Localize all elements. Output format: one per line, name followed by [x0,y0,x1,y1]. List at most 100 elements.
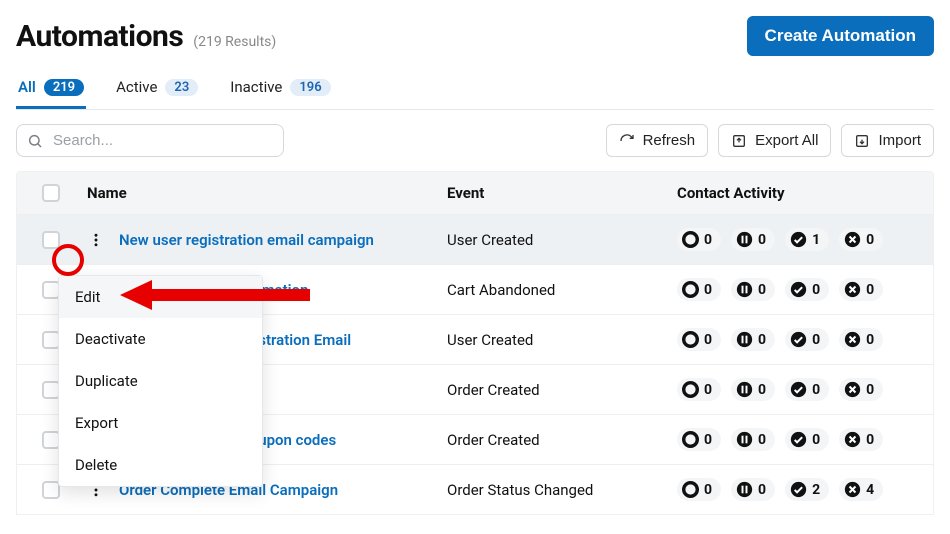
activity-count: 0 [866,382,874,398]
row-checkbox[interactable] [42,231,60,249]
activity-paused-icon [736,431,753,448]
event-cell: Order Created [441,381,671,399]
export-all-button[interactable]: Export All [718,124,831,157]
event-cell: Cart Abandoned [441,281,671,299]
activity-badge: 0 [839,378,883,401]
contact-activity: 0 0 2 4 [677,478,923,501]
refresh-icon [619,133,635,149]
activity-failed-icon [844,481,861,498]
select-all-checkbox[interactable] [42,184,60,202]
activity-badge: 0 [785,378,829,401]
export-icon [731,133,747,149]
refresh-button[interactable]: Refresh [606,124,709,157]
activity-completed-icon [790,431,807,448]
activity-badge: 0 [839,328,883,351]
activity-count: 2 [812,482,820,498]
activity-count: 0 [704,382,712,398]
event-cell: User Created [441,231,671,249]
activity-count: 0 [812,332,820,348]
activity-badge: 0 [839,228,883,251]
activity-count: 4 [866,482,874,498]
activity-paused-icon [736,331,753,348]
activity-count: 0 [866,282,874,298]
activity-count: 0 [704,332,712,348]
activity-active-icon [682,281,699,298]
tab-active[interactable]: Active 23 [114,78,200,109]
activity-count: 0 [704,282,712,298]
tab-inactive[interactable]: Inactive 196 [228,78,332,109]
menu-item-delete[interactable]: Delete [59,444,262,486]
activity-badge: 0 [785,328,829,351]
activity-badge: 2 [785,478,829,501]
activity-badge: 0 [785,428,829,451]
activity-completed-icon [790,381,807,398]
tab-all[interactable]: All 219 [16,78,86,109]
row-context-menu: Edit Deactivate Duplicate Export Delete [58,275,263,487]
import-icon [854,133,870,149]
contact-activity: 0 0 0 0 [677,428,923,451]
activity-count: 0 [812,282,820,298]
search-input-wrap[interactable] [16,124,284,157]
activity-count: 0 [866,432,874,448]
contact-activity: 0 0 1 0 [677,228,923,251]
tab-active-count: 23 [165,79,198,96]
refresh-label: Refresh [643,132,696,149]
activity-active-icon [682,331,699,348]
import-label: Import [878,132,921,149]
activity-badge: 0 [677,378,721,401]
activity-count: 0 [704,232,712,248]
activity-count: 0 [812,432,820,448]
activity-count: 0 [866,332,874,348]
import-button[interactable]: Import [841,124,934,157]
tab-inactive-count: 196 [290,79,330,96]
contact-activity: 0 0 0 0 [677,328,923,351]
activity-count: 0 [758,482,766,498]
tab-all-label: All [18,78,36,96]
export-all-label: Export All [755,132,818,149]
activity-completed-icon [790,331,807,348]
col-activity: Contact Activity [671,184,929,202]
event-cell: Order Status Changed [441,481,671,499]
activity-count: 0 [704,482,712,498]
activity-badge: 0 [677,228,721,251]
menu-item-deactivate[interactable]: Deactivate [59,318,262,360]
event-cell: Order Created [441,431,671,449]
automation-name-link[interactable]: New user registration email campaign [119,231,374,249]
menu-item-export[interactable]: Export [59,402,262,444]
activity-completed-icon [790,481,807,498]
activity-count: 0 [758,382,766,398]
activity-badge: 1 [785,228,829,251]
activity-badge: 0 [731,328,775,351]
search-icon [27,133,43,149]
activity-badge: 0 [677,428,721,451]
activity-active-icon [682,231,699,248]
create-automation-button[interactable]: Create Automation [747,16,934,56]
activity-badge: 0 [785,278,829,301]
activity-completed-icon [790,281,807,298]
activity-paused-icon [736,281,753,298]
search-input[interactable] [51,131,273,150]
activity-count: 1 [812,232,820,248]
contact-activity: 0000 [677,278,923,301]
activity-failed-icon [844,231,861,248]
activity-count: 0 [758,432,766,448]
menu-item-edit[interactable]: Edit [59,276,262,318]
tab-all-count: 219 [44,79,84,96]
activity-count: 0 [758,232,766,248]
row-actions-icon[interactable] [87,231,105,249]
page-title: Automations [16,19,183,54]
tab-inactive-label: Inactive [230,78,282,96]
col-name: Name [81,184,441,202]
activity-count: 0 [704,432,712,448]
activity-failed-icon [844,331,861,348]
activity-active-icon [682,431,699,448]
activity-badge: 0 [677,278,721,301]
activity-paused-icon [736,381,753,398]
menu-item-duplicate[interactable]: Duplicate [59,360,262,402]
activity-paused-icon [736,481,753,498]
activity-failed-icon [844,281,861,298]
activity-badge: 0 [677,328,721,351]
activity-badge: 0 [839,428,883,451]
tab-active-label: Active [116,78,157,96]
activity-count: 0 [812,382,820,398]
